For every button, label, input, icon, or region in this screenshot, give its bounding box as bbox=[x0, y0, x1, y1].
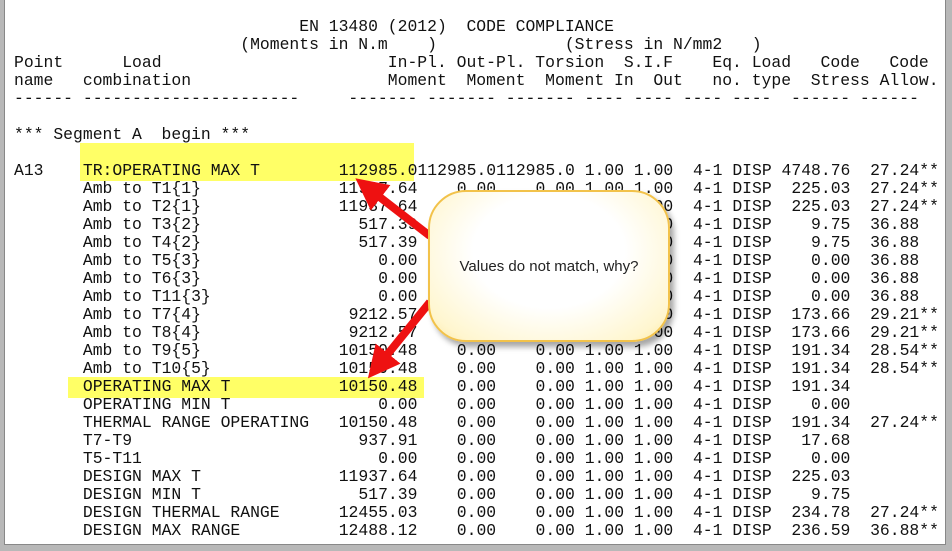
arrow-down-icon bbox=[367, 299, 434, 379]
arrow-up-icon bbox=[355, 178, 433, 240]
callout-text: Values do not match, why? bbox=[459, 257, 639, 275]
callout-note: Values do not match, why? bbox=[428, 190, 670, 342]
